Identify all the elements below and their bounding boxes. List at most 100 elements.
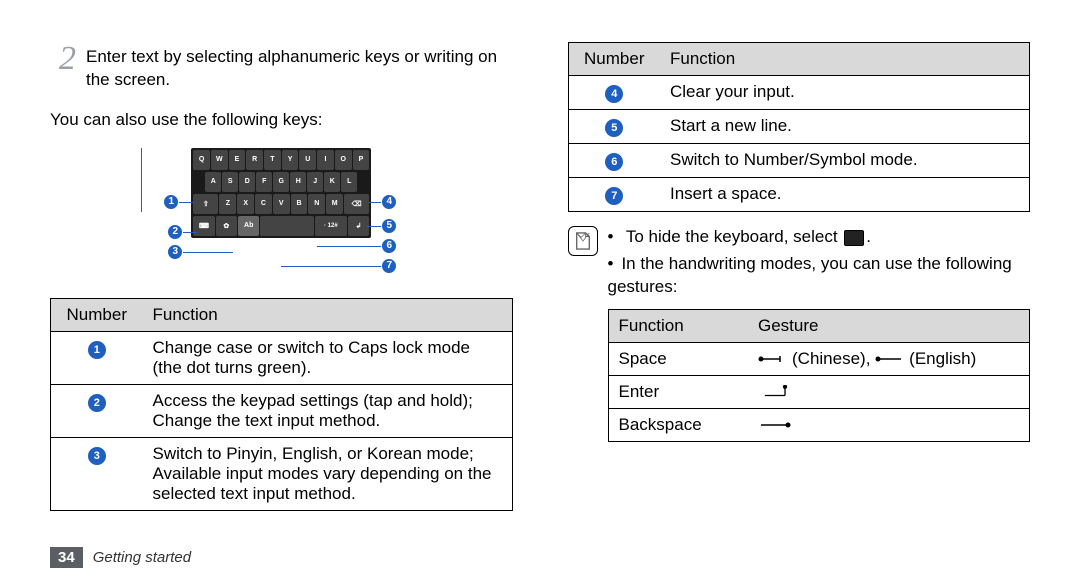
key-t: T: [264, 150, 281, 170]
callout-disc-4: 4: [605, 85, 623, 103]
backspace-icon: ⌫: [344, 194, 369, 214]
table-row: 6 Switch to Number/Symbol mode.: [568, 144, 1030, 178]
gear-icon: ✿: [216, 216, 237, 236]
gesture-enter-glyph: [748, 375, 1030, 408]
key-w: W: [211, 150, 228, 170]
key-z: Z: [219, 194, 236, 214]
table-row: 3 Switch to Pinyin, English, or Korean m…: [51, 437, 513, 510]
callout-disc-7: 7: [605, 187, 623, 205]
gesture-backspace-label: Backspace: [608, 408, 748, 441]
page-footer: 34 Getting started: [50, 547, 191, 568]
key-e: E: [229, 150, 246, 170]
key-v: V: [273, 194, 290, 214]
key-a: A: [205, 172, 221, 192]
table-header-number: Number: [51, 298, 143, 331]
following-keys-intro: You can also use the following keys:: [50, 110, 513, 130]
table-row: Backspace: [608, 408, 1030, 441]
key-k: K: [324, 172, 340, 192]
callout-disc-1: 1: [88, 341, 106, 359]
page-number: 34: [50, 547, 83, 568]
callout-2: 2: [167, 224, 183, 240]
callout-4: 4: [381, 194, 397, 210]
gesture-enter-label: Enter: [608, 375, 748, 408]
callout-disc-3: 3: [88, 447, 106, 465]
key-n: N: [308, 194, 325, 214]
key-m: M: [326, 194, 343, 214]
table-row: Space (Chinese), (English): [608, 342, 1030, 375]
key-u: U: [299, 150, 316, 170]
key-x: X: [237, 194, 254, 214]
gesture-space-glyph: (Chinese), (English): [748, 342, 1030, 375]
note-bullet-1-suffix: .: [866, 227, 871, 246]
key-b: B: [291, 194, 308, 214]
right-column: Number Function 4 Clear your input. 5 St…: [568, 42, 1031, 568]
function-text-5: Start a new line.: [660, 110, 1030, 144]
gesture-header-gesture: Gesture: [748, 309, 1030, 342]
gesture-backspace-glyph: [748, 408, 1030, 441]
note-bullet-2: In the handwriting modes, you can use th…: [608, 253, 1031, 299]
table-row: Enter: [608, 375, 1030, 408]
hide-keyboard-inline-icon: [844, 230, 864, 246]
gesture-space-label: Space: [608, 342, 748, 375]
section-title: Getting started: [93, 549, 191, 566]
note-block: To hide the keyboard, select . In the ha…: [568, 226, 1031, 442]
table-row: 4 Clear your input.: [568, 76, 1030, 110]
gesture-table: Function Gesture Space (Chinese), (Engli…: [608, 309, 1031, 442]
function-text-3: Switch to Pinyin, English, or Korean mod…: [143, 437, 513, 510]
step-text: Enter text by selecting alphanumeric key…: [86, 42, 513, 92]
function-text-2: Access the keypad settings (tap and hold…: [143, 384, 513, 437]
function-table-left: Number Function 1 Change case or switch …: [50, 298, 513, 511]
function-text-1: Change case or switch to Caps lock mode …: [143, 331, 513, 384]
function-table-right: Number Function 4 Clear your input. 5 St…: [568, 42, 1031, 212]
key-o: O: [335, 150, 352, 170]
key-f: F: [256, 172, 272, 192]
key-y: Y: [282, 150, 299, 170]
left-column: 2 Enter text by selecting alphanumeric k…: [50, 42, 513, 568]
mode-key: Ab: [238, 216, 259, 236]
key-s: S: [222, 172, 238, 192]
key-d: D: [239, 172, 255, 192]
key-l: L: [341, 172, 357, 192]
step-text-line1: Enter text by selecting alphanumeric key…: [86, 47, 473, 66]
enter-icon: ↲: [348, 216, 369, 236]
gesture-header-function: Function: [608, 309, 748, 342]
table-row: 1 Change case or switch to Caps lock mod…: [51, 331, 513, 384]
key-i: I: [317, 150, 334, 170]
hide-keyboard-icon: ⌨: [193, 216, 214, 236]
shift-icon: ⇧: [193, 194, 218, 214]
table-header-function: Function: [143, 298, 513, 331]
symnum-key: · 12#: [315, 216, 347, 236]
keyboard-illustration: Q W E R T Y U I O P A S D F G H: [50, 148, 513, 278]
step-number: 2: [50, 42, 76, 76]
table-header-function-r: Function: [660, 43, 1030, 76]
gesture-space-english: (English): [909, 349, 976, 368]
table-row: 2 Access the keypad settings (tap and ho…: [51, 384, 513, 437]
callout-disc-5: 5: [605, 119, 623, 137]
callout-6: 6: [381, 238, 397, 254]
table-row: 7 Insert a space.: [568, 178, 1030, 212]
callout-disc-2: 2: [88, 394, 106, 412]
callout-5: 5: [381, 218, 397, 234]
key-r: R: [246, 150, 263, 170]
key-p: P: [353, 150, 370, 170]
callout-1: 1: [163, 194, 179, 210]
step-2: 2 Enter text by selecting alphanumeric k…: [50, 42, 513, 92]
table-header-number-r: Number: [568, 43, 660, 76]
note-bullet-1: To hide the keyboard, select .: [608, 226, 1031, 249]
callout-disc-6: 6: [605, 153, 623, 171]
key-q: Q: [193, 150, 210, 170]
function-text-7: Insert a space.: [660, 178, 1030, 212]
callout-3: 3: [167, 244, 183, 260]
note-body: To hide the keyboard, select . In the ha…: [608, 226, 1031, 442]
key-j: J: [307, 172, 323, 192]
note-icon: [568, 226, 598, 256]
note-bullet-1-prefix: To hide the keyboard, select: [626, 227, 838, 246]
table-row: 5 Start a new line.: [568, 110, 1030, 144]
function-text-6: Switch to Number/Symbol mode.: [660, 144, 1030, 178]
space-key: [260, 216, 313, 236]
key-g: G: [273, 172, 289, 192]
key-h: H: [290, 172, 306, 192]
key-c: C: [255, 194, 272, 214]
gesture-space-chinese: (Chinese),: [792, 349, 870, 368]
function-text-4: Clear your input.: [660, 76, 1030, 110]
